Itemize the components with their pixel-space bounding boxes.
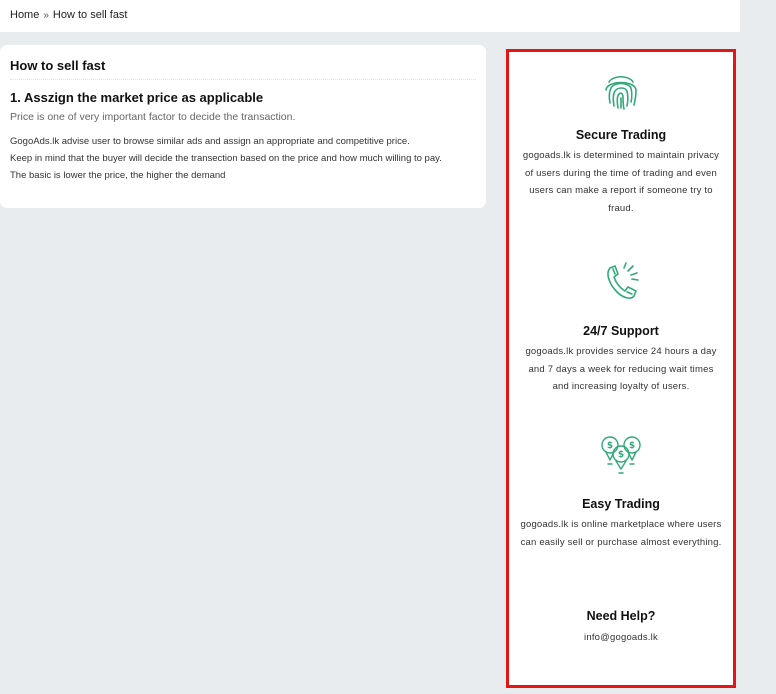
feature-title: 24/7 Support [583,324,659,338]
lead-text: Price is one of very important factor to… [10,111,296,123]
article-card: How to sell fast 1. Asszign the market p… [0,45,486,208]
article-line: The basic is lower the price, the higher… [10,170,226,181]
breadcrumb-current: How to sell fast [52,9,128,21]
help-email[interactable]: info@gogoads.lk [509,629,733,647]
svg-text:$: $ [629,441,635,451]
help-title: Need Help? [586,609,656,623]
money-bulbs-icon: $ $ $ [601,436,641,474]
svg-text:$: $ [607,441,613,451]
features-sidebar: Secure Trading gogoads.lk is determined … [506,49,736,688]
fingerprint-icon [605,75,637,110]
phone-support-icon [607,262,639,299]
article-line: Keep in mind that the buyer will decide … [10,153,442,164]
page-title: How to sell fast [10,58,476,80]
feature-easy-trading: $ $ $ Easy Trading gogoads.lk is online … [509,433,733,551]
feature-title: Secure Trading [575,128,667,142]
feature-description: gogoads.lk is determined to maintain pri… [522,150,720,214]
breadcrumb: Home » How to sell fast [10,9,128,21]
feature-support: 24/7 Support gogoads.lk provides service… [509,260,733,396]
feature-description: gogoads.lk provides service 24 hours a d… [525,346,717,392]
feature-secure-trading: Secure Trading gogoads.lk is determined … [509,70,733,217]
section-title: 1. Asszign the market price as applicabl… [10,90,264,105]
breadcrumb-home-link[interactable]: Home [10,9,39,21]
feature-title: Easy Trading [582,497,660,511]
breadcrumb-separator: » [43,9,49,21]
svg-text:$: $ [618,450,624,460]
article-line: GogoAds.lk advise user to browse similar… [10,136,410,147]
article-body: GogoAds.lk advise user to browse similar… [10,133,476,184]
top-bar: Home » How to sell fast [0,0,740,32]
help-section: Need Help? info@gogoads.lk [509,609,733,647]
feature-description: gogoads.lk is online marketplace where u… [520,519,722,548]
